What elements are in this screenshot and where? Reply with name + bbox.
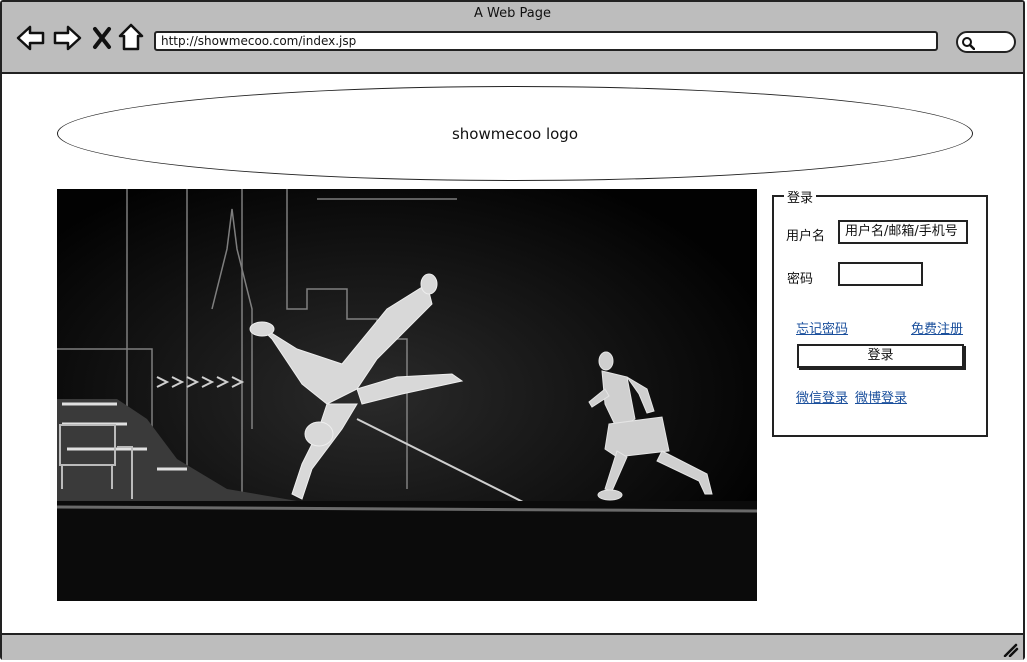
forgot-password-link[interactable]: 忘记密码 xyxy=(796,318,848,337)
home-icon[interactable] xyxy=(118,23,144,51)
password-input[interactable] xyxy=(838,262,923,286)
address-bar[interactable]: http://showmecoo.com/index.jsp xyxy=(154,31,938,51)
username-input[interactable]: 用户名/邮箱/手机号 xyxy=(838,220,968,244)
browser-titlebar: A Web Page http://showmecoo.com/index.js… xyxy=(2,2,1023,74)
weibo-login-link[interactable]: 微博登录 xyxy=(855,387,907,406)
password-label: 密码 xyxy=(787,272,814,287)
username-label: 用户名 xyxy=(786,229,826,244)
search-box[interactable] xyxy=(956,31,1016,53)
login-panel-title: 登录 xyxy=(784,187,817,206)
logo-placeholder: showmecoo logo xyxy=(57,86,973,181)
resize-grip-icon[interactable] xyxy=(1003,643,1019,657)
back-icon[interactable] xyxy=(16,24,46,52)
forward-icon[interactable] xyxy=(52,24,82,52)
close-icon[interactable] xyxy=(92,26,112,50)
search-icon xyxy=(962,37,975,50)
register-link[interactable]: 免费注册 xyxy=(911,318,963,337)
wechat-login-link[interactable]: 微信登录 xyxy=(796,387,848,406)
login-button[interactable]: 登录 xyxy=(797,344,964,368)
window-title: A Web Page xyxy=(474,6,551,21)
hero-photo xyxy=(57,189,757,601)
status-bar xyxy=(2,633,1023,660)
hero-image xyxy=(57,189,757,601)
logo-text: showmecoo logo xyxy=(451,124,579,143)
